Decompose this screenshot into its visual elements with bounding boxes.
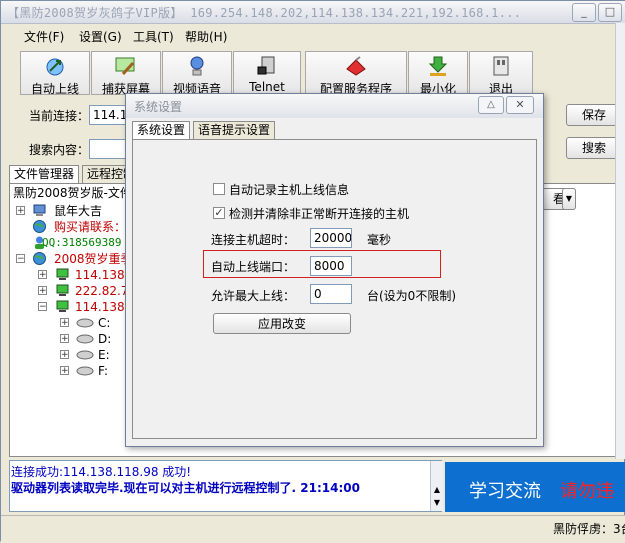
dialog-title-bar: 系统设置 △ ✕ — [126, 94, 543, 118]
menu-settings[interactable]: 设置(G) — [79, 28, 122, 45]
tree-root[interactable]: 黑防2008贺岁版-文件 — [13, 185, 132, 201]
menu-help[interactable]: 帮助(H) — [185, 28, 227, 45]
expand-icon[interactable]: + — [38, 270, 47, 280]
globe-icon — [33, 252, 46, 265]
apply-changes-button[interactable]: 应用改变 — [213, 313, 351, 334]
detect-clear-checkbox[interactable]: ✓ — [213, 207, 225, 219]
collapse-dialog-icon[interactable]: △ — [478, 96, 504, 114]
capture-screen-button[interactable]: 捕获屏幕 — [91, 51, 161, 96]
timeout-label: 连接主机超时： — [211, 233, 296, 247]
max-online-label: 允许最大上线： — [211, 289, 296, 303]
configure-service-button[interactable]: 配置服务程序 — [305, 51, 407, 96]
expand-icon[interactable]: + — [38, 286, 47, 296]
drive-icon — [76, 366, 94, 376]
maximize-window-button[interactable]: □ — [598, 3, 622, 22]
minimize-arrow-icon — [428, 56, 448, 76]
ad-banner[interactable]: 学习交流 请勿违 — [445, 462, 625, 512]
minimize-button[interactable]: 最小化 — [408, 51, 468, 96]
port-label: 自动上线端口： — [211, 260, 296, 274]
telnet-button[interactable]: Telnet — [233, 51, 301, 95]
expand-icon[interactable]: + — [60, 366, 69, 376]
scroll-up-icon[interactable]: ▲ — [432, 485, 442, 495]
drive-icon — [76, 334, 94, 344]
banner-text: 学习交流 — [469, 481, 541, 502]
expand-icon[interactable]: + — [16, 206, 25, 216]
expand-icon[interactable]: + — [60, 334, 69, 344]
banner-warning-text: 请勿违 — [560, 481, 614, 502]
drive-icon — [76, 318, 94, 328]
drive-icon — [76, 350, 94, 360]
log-line: 驱动器列表读取完毕.现在可以对主机进行远程控制了. 21:14:00 — [11, 481, 360, 495]
tree-item[interactable]: 114.138. — [75, 299, 128, 315]
video-voice-icon — [190, 56, 204, 76]
close-dialog-icon[interactable]: ✕ — [506, 96, 534, 114]
tree-item[interactable]: 购买请联系： — [54, 219, 126, 235]
log-line: 连接成功:114.138.118.98 成功! — [11, 465, 192, 479]
screen-capture-icon — [115, 57, 135, 76]
auto-record-checkbox[interactable] — [213, 183, 225, 195]
video-voice-button[interactable]: 视频语音 — [162, 51, 232, 96]
search-label: 搜索内容： — [29, 143, 90, 157]
timeout-unit-label: 毫秒 — [367, 233, 392, 247]
expand-icon[interactable]: + — [60, 318, 69, 328]
main-scrollbar[interactable] — [615, 23, 625, 459]
exit-icon — [493, 56, 509, 76]
menu-tools[interactable]: 工具(T) — [133, 28, 174, 45]
tree-item[interactable]: F: — [98, 363, 108, 379]
tree-item[interactable]: 114.138. — [75, 267, 128, 283]
log-panel: 连接成功:114.138.118.98 成功! 驱动器列表读取完毕.现在可以对主… — [9, 460, 443, 512]
menu-file[interactable]: 文件(F) — [24, 28, 64, 45]
tree-item[interactable]: E: — [98, 347, 110, 363]
auto-record-label: 自动记录主机上线信息 — [229, 183, 350, 197]
menu-bar: 文件(F) 设置(G) 工具(T) 帮助(H) — [9, 25, 621, 47]
globe-icon — [33, 220, 46, 233]
status-bar: 黑防俘虏：3台 — [1, 515, 625, 543]
window-title: 【黑防2008贺岁灰鸽子VIP版】 169.254.148.202,114.13… — [7, 6, 522, 20]
expand-icon[interactable]: + — [60, 350, 69, 360]
computer-icon — [33, 204, 46, 216]
network-up-icon — [46, 58, 64, 76]
dialog-tab-panel: 自动记录主机上线信息 ✓ 检测并清除非正常断开连接的主机 连接主机超时： 200… — [132, 139, 537, 439]
host-computer-icon — [56, 284, 69, 296]
search-button[interactable]: 搜索 — [566, 137, 622, 159]
tree-item[interactable]: 鼠年大吉 — [54, 203, 102, 219]
tree-item[interactable]: D: — [98, 331, 111, 347]
toolbar-label: 自动上线 — [30, 82, 79, 96]
port-input[interactable]: 8000 — [310, 256, 352, 276]
tree-item[interactable]: QQ:318569389 — [42, 235, 121, 251]
save-button[interactable]: 保存 — [566, 104, 622, 126]
collapse-icon[interactable]: − — [38, 302, 47, 312]
dialog-tab-voice[interactable]: 语音提示设置 — [193, 121, 276, 140]
max-online-input[interactable]: 0 — [310, 284, 352, 304]
configure-service-icon — [346, 56, 366, 76]
dialog-tab-system[interactable]: 系统设置 — [132, 121, 191, 140]
current-connection-label: 当前连接： — [29, 109, 90, 123]
tree-item[interactable]: 2008贺岁重季 — [54, 251, 133, 267]
status-text: 黑防俘虏：3台 — [553, 522, 625, 536]
timeout-input[interactable]: 20000 — [310, 228, 352, 248]
toolbar-label: Telnet — [249, 80, 285, 94]
tab-file-manager[interactable]: 文件管理器 — [9, 165, 80, 184]
toolbar: 自动上线 捕获屏幕 视频语音 Telnet 配置服务程序 最小化 退出 — [9, 51, 621, 97]
log-scrollbar[interactable]: ▲ ▼ — [430, 461, 443, 511]
view-dropdown-icon[interactable]: ▼ — [562, 188, 576, 210]
scroll-down-icon[interactable]: ▼ — [432, 498, 442, 508]
auto-online-button[interactable]: 自动上线 — [20, 51, 90, 96]
dialog-title: 系统设置 — [134, 100, 183, 114]
collapse-icon[interactable]: − — [16, 254, 25, 264]
detect-clear-label: 检测并清除非正常断开连接的主机 — [229, 207, 410, 221]
host-computer-icon — [56, 300, 69, 312]
exit-button[interactable]: 退出 — [469, 51, 533, 96]
telnet-icon — [257, 56, 275, 75]
settings-dialog: 系统设置 △ ✕ 系统设置 语音提示设置 自动记录主机上线信息 ✓ 检测并清除非… — [125, 93, 544, 447]
host-computer-icon — [56, 268, 69, 280]
title-bar: 【黑防2008贺岁灰鸽子VIP版】 169.254.148.202,114.13… — [1, 1, 625, 24]
max-online-unit-label: 台(设为0不限制) — [367, 289, 456, 303]
tree-item[interactable]: C: — [98, 315, 110, 331]
minimize-window-button[interactable]: _ — [572, 3, 596, 22]
